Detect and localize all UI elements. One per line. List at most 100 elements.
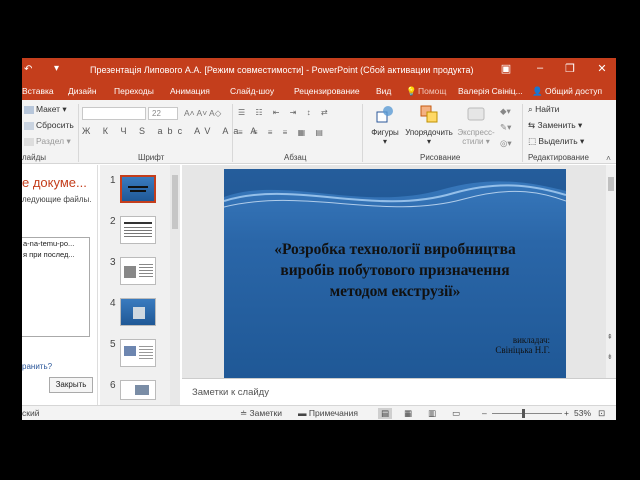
shape-fill-icon[interactable]: ◆▾ [500,106,511,117]
thumbnail-number: 5 [110,339,116,350]
editing-group-label: Редактирование [528,153,589,162]
quick-access-dropdown-icon[interactable]: ▾ [54,63,59,74]
zoom-out-icon[interactable]: – [482,408,487,418]
user-name[interactable]: Валерія Свініц... [458,86,523,96]
slide-thumbnail-5[interactable] [120,339,156,367]
window-title: Презентація Липового А.А. [Режим совмест… [90,65,474,75]
shape-effects-icon[interactable]: ◎▾ [500,138,512,149]
replace-button[interactable]: ⇆ Заменить ▾ [528,120,582,131]
close-icon[interactable]: ✕ [594,62,610,75]
tab-slideshow[interactable]: Слайд-шоу [230,86,274,96]
recovery-subtitle: ледующие файлы. [22,195,92,204]
notes-placeholder: Заметки к слайду [192,387,269,398]
thumbnail-number: 6 [110,380,116,391]
section-button[interactable]: Раздел ▾ [24,136,71,147]
notes-pane[interactable]: Заметки к слайду [182,378,616,405]
list-buttons-icon[interactable]: ☰ ☷ ⇤ ⇥ ↕ ⇄ [238,108,332,117]
tab-review[interactable]: Рецензирование [294,86,360,96]
find-button[interactable]: ⌕ Найти [528,104,559,115]
notes-toggle-button[interactable]: ≐ Заметки [240,408,282,419]
slide-title[interactable]: «Розробка технології виробництва виробів… [232,239,558,302]
tab-design[interactable]: Дизайн [68,86,97,96]
tab-animation[interactable]: Анимация [170,86,210,96]
language-indicator[interactable]: ский [22,408,39,418]
reset-icon [24,121,34,130]
quick-styles-button[interactable]: Экспресс- стили ▾ [456,104,496,146]
list-item: я при послед... [23,250,75,259]
slide-author[interactable]: викладач: Свініцька Н.Г. [495,335,550,355]
separator [362,104,363,162]
minimize-icon[interactable]: – [532,62,548,74]
ribbon: Макет ▾ Сбросить Раздел ▾ лайды 22 A˄ A˅… [22,100,616,164]
thumbnail-number: 4 [110,298,116,309]
slide-thumbnail-2[interactable] [120,216,156,244]
prev-slide-icon[interactable]: ⇞ [607,333,613,341]
slide-thumbnails-pane: 1 2 3 4 5 6 [100,165,180,405]
slide-sorter-icon[interactable]: ▦ [404,408,412,419]
tab-insert[interactable]: Вставка [22,86,54,96]
tab-transitions[interactable]: Переходы [114,86,154,96]
save-link[interactable]: ранить? [22,362,52,371]
font-size-input[interactable]: 22 [148,107,178,120]
list-item[interactable]: a-na-temu-po... [22,238,89,249]
status-bar: ский ≐ Заметки ▬ Примечания ▤ ▦ ▥ ▭ – + … [22,405,616,420]
thumbnail-number: 3 [110,257,116,268]
lightbulb-icon: 💡 [406,86,417,96]
zoom-slider-knob[interactable] [521,409,525,418]
slide-vertical-scrollbar[interactable]: ⇞ ⇟ [606,165,616,378]
comments-toggle-button[interactable]: ▬ Примечания [298,408,358,418]
font-group-label: Шрифт [138,153,165,162]
share-button[interactable]: 👤 Общий доступ [532,86,602,97]
zoom-in-icon[interactable]: + [564,408,569,418]
slide-thumbnail-1[interactable] [120,175,156,203]
undo-icon[interactable]: ↶ [24,64,32,75]
recovery-file-list[interactable]: a-na-temu-po... я при послед... [22,237,90,337]
reading-view-icon[interactable]: ▥ [428,408,436,419]
powerpoint-window: ↶ ▾ Презентація Липового А.А. [Режим сов… [22,58,616,420]
slide-thumbnail-4[interactable] [120,298,156,326]
slide-thumbnail-3[interactable] [120,257,156,285]
align-buttons-icon[interactable]: ≡ ≡ ≡ ≡ ▦ ▤ [238,128,327,137]
quick-styles-icon [467,107,485,121]
shape-outline-icon[interactable]: ✎▾ [500,122,511,133]
slide-scrollbar-thumb[interactable] [608,177,614,191]
arrange-button[interactable]: Упорядочить ▾ [404,104,454,146]
maximize-icon[interactable]: ❐ [562,62,578,75]
shapes-icon [376,106,393,123]
drawing-group-label: Рисование [420,153,461,162]
ribbon-display-icon[interactable]: ▣ [498,62,514,75]
paragraph-group-label: Абзац [284,153,307,162]
font-name-input[interactable] [82,107,146,120]
cursor-icon: ⬚ [528,136,539,146]
slideshow-icon[interactable]: ▭ [452,408,460,419]
title-bar: ↶ ▾ Презентація Липового А.А. [Режим сов… [22,58,616,82]
grow-font-icon[interactable]: A˄ A˅ A◇ [184,108,221,119]
font-format-buttons[interactable]: Ж К Ч S abc AV Aa A [82,126,261,136]
shapes-button[interactable]: Фигуры ▾ [368,104,402,146]
layout-button[interactable]: Макет ▾ [24,104,67,115]
thumbnails-scrollbar-thumb[interactable] [172,175,178,229]
separator [522,104,523,162]
collapse-ribbon-icon[interactable]: ˄ [606,153,611,163]
recovery-title: е докуме... [22,175,87,190]
zoom-level[interactable]: 53% [574,408,591,418]
tell-me-box[interactable]: Помощ [418,86,446,96]
select-button[interactable]: ⬚ Выделить ▾ [528,136,584,147]
fit-slide-icon[interactable]: ⊡ [598,408,605,419]
comment-icon: ▬ [298,408,309,418]
next-slide-icon[interactable]: ⇟ [607,353,613,361]
reset-button[interactable]: Сбросить [24,120,74,130]
person-icon: 👤 [532,86,545,96]
layout-icon [24,105,34,114]
tab-view[interactable]: Вид [376,86,391,96]
separator [232,104,233,162]
section-icon [24,137,34,146]
close-button[interactable]: Закрыть [49,377,93,393]
arrange-icon [420,105,438,123]
zoom-slider[interactable] [492,413,562,414]
slide-thumbnail-6[interactable] [120,380,156,400]
current-slide[interactable]: «Розробка технології виробництва виробів… [224,169,566,379]
normal-view-icon[interactable]: ▤ [378,408,393,419]
thumbnail-number: 2 [110,216,116,227]
slide-editing-area: «Розробка технології виробництва виробів… [182,165,616,379]
